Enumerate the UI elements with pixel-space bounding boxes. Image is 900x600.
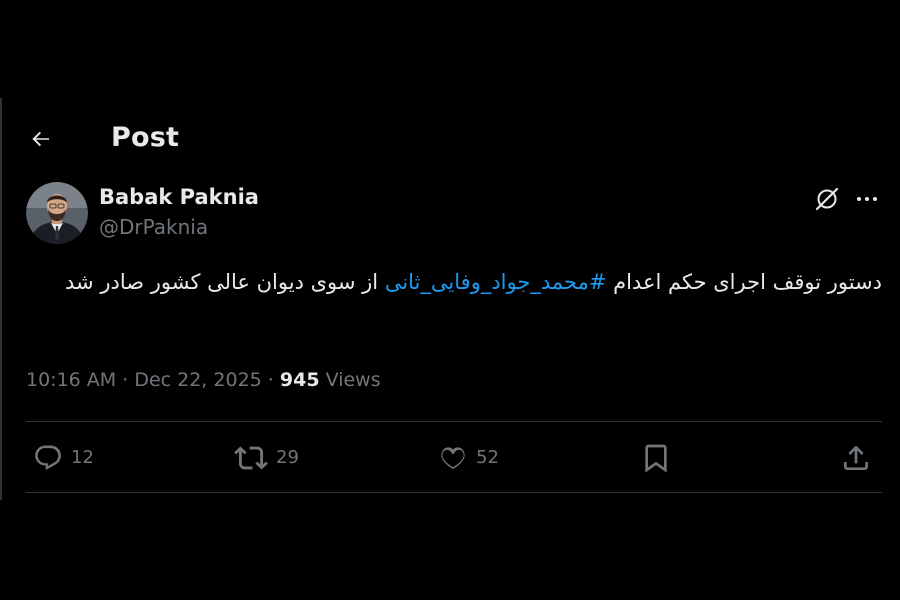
reply-icon	[35, 445, 61, 470]
bookmark-button[interactable]	[640, 440, 672, 476]
heart-icon	[441, 447, 465, 469]
views-count: 945	[279, 369, 320, 391]
post-time[interactable]: 10:16 AM	[26, 369, 116, 391]
grok-icon	[815, 187, 839, 211]
meta-separator: ·	[267, 369, 274, 391]
meta-separator: ·	[122, 369, 129, 391]
post-date[interactable]: Dec 22, 2025	[134, 369, 261, 391]
author-display-name[interactable]: Babak Paknia	[99, 183, 259, 211]
share-icon	[844, 445, 868, 470]
post-text: دستور توقف اجرای حکم اعدام #محمد_جواد_وف…	[26, 266, 882, 299]
repost-count: 29	[276, 447, 299, 468]
post-meta: 10:16 AM · Dec 22, 2025 · 945 Views	[26, 366, 381, 394]
more-dots-icon	[857, 197, 877, 201]
share-button[interactable]	[840, 440, 872, 476]
repost-button[interactable]: 29	[234, 440, 299, 476]
arrow-left-icon	[32, 131, 49, 147]
divider	[26, 421, 882, 422]
page-title: Post	[111, 122, 180, 153]
like-button[interactable]: 52	[438, 440, 499, 476]
divider	[26, 492, 882, 493]
like-count: 52	[476, 447, 499, 468]
profile-photo	[26, 182, 88, 244]
post-text-start: دستور توقف اجرای حکم اعدام	[606, 270, 882, 294]
grok-button[interactable]	[812, 184, 842, 214]
bookmark-icon	[645, 444, 667, 473]
post-text-end: از سوی دیوان عالی کشور صادر شد	[65, 270, 385, 294]
post-header: Post	[0, 110, 900, 166]
more-options-button[interactable]	[852, 184, 882, 214]
avatar[interactable]	[26, 182, 88, 244]
hashtag-link[interactable]: #محمد_جواد_وفایی_ثانی	[385, 270, 607, 294]
back-button[interactable]	[22, 120, 60, 158]
views-label: Views	[325, 369, 381, 391]
reply-button[interactable]: 12	[33, 440, 94, 476]
author-handle[interactable]: @DrPaknia	[99, 213, 208, 241]
reply-count: 12	[71, 447, 94, 468]
repost-icon	[234, 446, 268, 470]
